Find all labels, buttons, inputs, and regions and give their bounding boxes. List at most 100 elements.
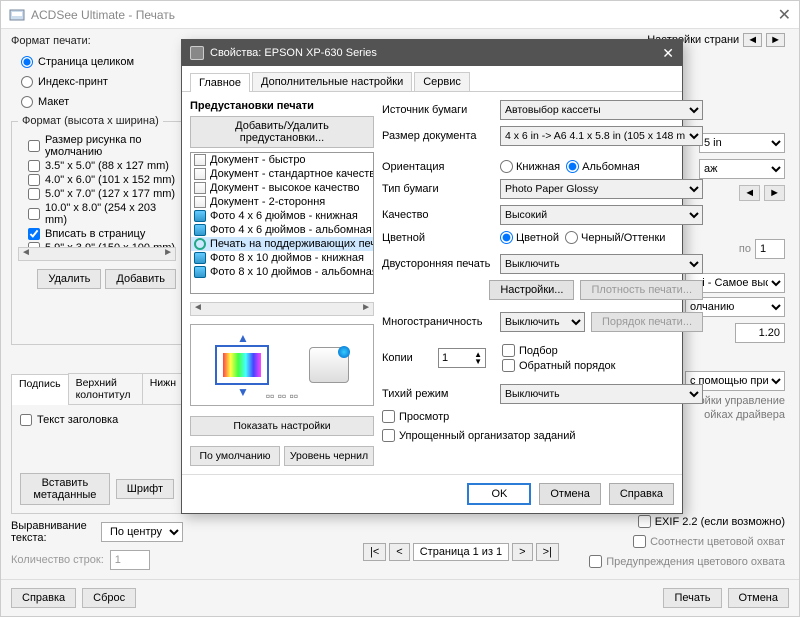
- photo-icon: [194, 266, 206, 278]
- dialog-title: Свойства: EPSON XP-630 Series: [210, 47, 377, 59]
- preset-item[interactable]: Документ - высокое качество: [191, 181, 373, 195]
- quiet-label: Тихий режим: [382, 388, 494, 400]
- radio-full-page[interactable]: Страница целиком: [11, 55, 183, 69]
- tab-advanced[interactable]: Дополнительные настройки: [252, 72, 412, 91]
- preset-item[interactable]: Документ - 2-стороння: [191, 195, 373, 209]
- print-button[interactable]: Печать: [663, 588, 721, 608]
- reset-button[interactable]: Сброс: [82, 588, 136, 608]
- properties-dialog: Свойства: EPSON XP-630 Series ✕ Главное …: [181, 39, 683, 514]
- radio-index-print[interactable]: Индекс-принт: [11, 75, 183, 89]
- pager-label: Страница 1 из 1: [413, 543, 509, 561]
- font-button[interactable]: Шрифт: [116, 479, 174, 499]
- lines-input[interactable]: [110, 550, 150, 570]
- size-fieldset: Формат (высота x ширина) Размер рисунка …: [11, 115, 183, 345]
- quality-select[interactable]: Высокий: [500, 205, 703, 225]
- bg-stepper-down[interactable]: ◄: [739, 185, 760, 201]
- density-button[interactable]: Плотность печати...: [580, 280, 703, 300]
- chk-reverse[interactable]: Обратный порядок: [502, 359, 703, 372]
- titlebar: ACDSee Ultimate - Печать ✕: [1, 1, 799, 29]
- copies-spinner[interactable]: 1▲▼: [438, 348, 486, 368]
- tab-header[interactable]: Верхний колонтитул: [68, 373, 143, 404]
- help-button[interactable]: Справка: [11, 588, 76, 608]
- presets-column: Предустановки печати Добавить/Удалить пр…: [190, 100, 374, 466]
- bg-orient-select[interactable]: аж: [699, 159, 785, 179]
- radio-portrait[interactable]: Книжная: [500, 160, 560, 173]
- page-next-button[interactable]: ►: [766, 33, 785, 47]
- arrow-up-icon: ▲: [237, 331, 249, 345]
- paper-type-select[interactable]: Photo Paper Glossy: [500, 179, 703, 199]
- photo-icon: [194, 224, 206, 236]
- page-order-button[interactable]: Порядок печати...: [591, 312, 703, 332]
- app-icon: [9, 7, 25, 23]
- duplex-select[interactable]: Выключить: [500, 254, 703, 274]
- dialog-close-icon[interactable]: ✕: [662, 45, 674, 62]
- preset-item[interactable]: Фото 8 x 10 дюймов - книжная: [191, 251, 373, 265]
- dialog-help-button[interactable]: Справка: [609, 483, 674, 505]
- pager-prev[interactable]: <: [389, 543, 409, 561]
- doc-size-select[interactable]: 4 x 6 in -> A6 4.1 x 5.8 in (105 x 148 m: [500, 126, 703, 146]
- preset-list[interactable]: Документ - быстро Документ - стандартное…: [190, 152, 374, 294]
- edit-presets-button[interactable]: Добавить/Удалить предустановки...: [190, 116, 374, 148]
- chk-gamut1[interactable]: [633, 535, 646, 548]
- preset-item[interactable]: Фото 8 x 10 дюймов - альбомная: [191, 265, 373, 279]
- gamma-input[interactable]: [735, 323, 785, 343]
- quiet-select[interactable]: Выключить: [500, 384, 703, 404]
- tab-footer[interactable]: Нижн: [142, 373, 184, 404]
- radio-color[interactable]: Цветной: [500, 231, 559, 244]
- radio-grayscale[interactable]: Черный/Оттенки: [565, 231, 665, 244]
- preset-item-selected[interactable]: Печать на поддерживающих печат: [191, 237, 373, 251]
- orientation-label: Ориентация: [382, 161, 494, 173]
- document-icon: [194, 182, 206, 194]
- size-opt[interactable]: 5.0" x 7.0" (127 x 177 mm): [18, 187, 176, 201]
- chk-collate[interactable]: Подбор: [502, 344, 703, 357]
- duplex-settings-button[interactable]: Настройки...: [489, 280, 574, 300]
- paper-source-select[interactable]: Автовыбор кассеты: [500, 100, 703, 120]
- size-opt[interactable]: 10.0" x 8.0" (254 x 203 mm): [18, 201, 176, 227]
- size-opt[interactable]: Вписать в страницу: [18, 227, 176, 241]
- default-button[interactable]: По умолчанию: [190, 446, 280, 466]
- size-scrollbar[interactable]: [18, 247, 176, 261]
- preset-item[interactable]: Документ - стандартное качество: [191, 167, 373, 181]
- page-prev-button[interactable]: ◄: [743, 33, 762, 47]
- add-size-button[interactable]: Добавить: [105, 269, 176, 289]
- arrow-down-icon: ▼: [237, 385, 249, 399]
- document-icon: [194, 196, 206, 208]
- insert-metadata-button[interactable]: Вставить метаданные: [20, 473, 110, 505]
- bottom-bar: Справка Сброс Печать Отмена: [1, 579, 799, 616]
- multipage-select[interactable]: Выключить: [500, 312, 585, 332]
- show-settings-button[interactable]: Показать настройки: [190, 416, 374, 436]
- bg-size-select[interactable]: 5 in: [699, 133, 785, 153]
- preset-item[interactable]: Фото 4 x 6 дюймов - альбомная: [191, 223, 373, 237]
- cancel-button[interactable]: Отмена: [728, 588, 789, 608]
- chk-simple-organizer[interactable]: Упрощенный организатор заданий: [382, 429, 703, 442]
- pager-first[interactable]: |<: [363, 543, 386, 561]
- bg-stepper-up[interactable]: ►: [764, 185, 785, 201]
- ink-levels-button[interactable]: Уровень чернил: [284, 446, 374, 466]
- window-close-icon[interactable]: ✕: [778, 5, 791, 25]
- size-opt[interactable]: 3.5" x 5.0" (88 x 127 mm): [18, 159, 176, 173]
- po-input[interactable]: [755, 239, 785, 259]
- tab-caption[interactable]: Подпись: [11, 374, 69, 405]
- chk-exif[interactable]: [638, 515, 651, 528]
- photo-icon: [194, 210, 206, 222]
- chk-header-text[interactable]: Текст заголовка: [20, 413, 174, 427]
- format-label: Формат печати:: [11, 35, 183, 47]
- align-select[interactable]: По центру: [101, 522, 183, 542]
- tab-main[interactable]: Главное: [190, 73, 250, 92]
- dialog-cancel-button[interactable]: Отмена: [539, 483, 600, 505]
- pager-next[interactable]: >: [512, 543, 532, 561]
- size-opt[interactable]: 4.0" x 6.0" (101 x 152 mm): [18, 173, 176, 187]
- tab-service[interactable]: Сервис: [414, 72, 470, 91]
- chk-gamut2[interactable]: [589, 555, 602, 568]
- radio-layout[interactable]: Макет: [11, 95, 183, 109]
- size-opt[interactable]: Размер рисунка по умолчанию: [18, 133, 176, 159]
- pager-last[interactable]: >|: [536, 543, 559, 561]
- delete-size-button[interactable]: Удалить: [37, 269, 101, 289]
- chk-preview[interactable]: Просмотр: [382, 410, 703, 423]
- multipage-label: Многостраничность: [382, 316, 494, 328]
- radio-landscape[interactable]: Альбомная: [566, 160, 640, 173]
- ok-button[interactable]: OK: [467, 483, 531, 505]
- preset-item[interactable]: Фото 4 x 6 дюймов - книжная: [191, 209, 373, 223]
- preset-scrollbar[interactable]: [190, 302, 374, 316]
- preset-item[interactable]: Документ - быстро: [191, 153, 373, 167]
